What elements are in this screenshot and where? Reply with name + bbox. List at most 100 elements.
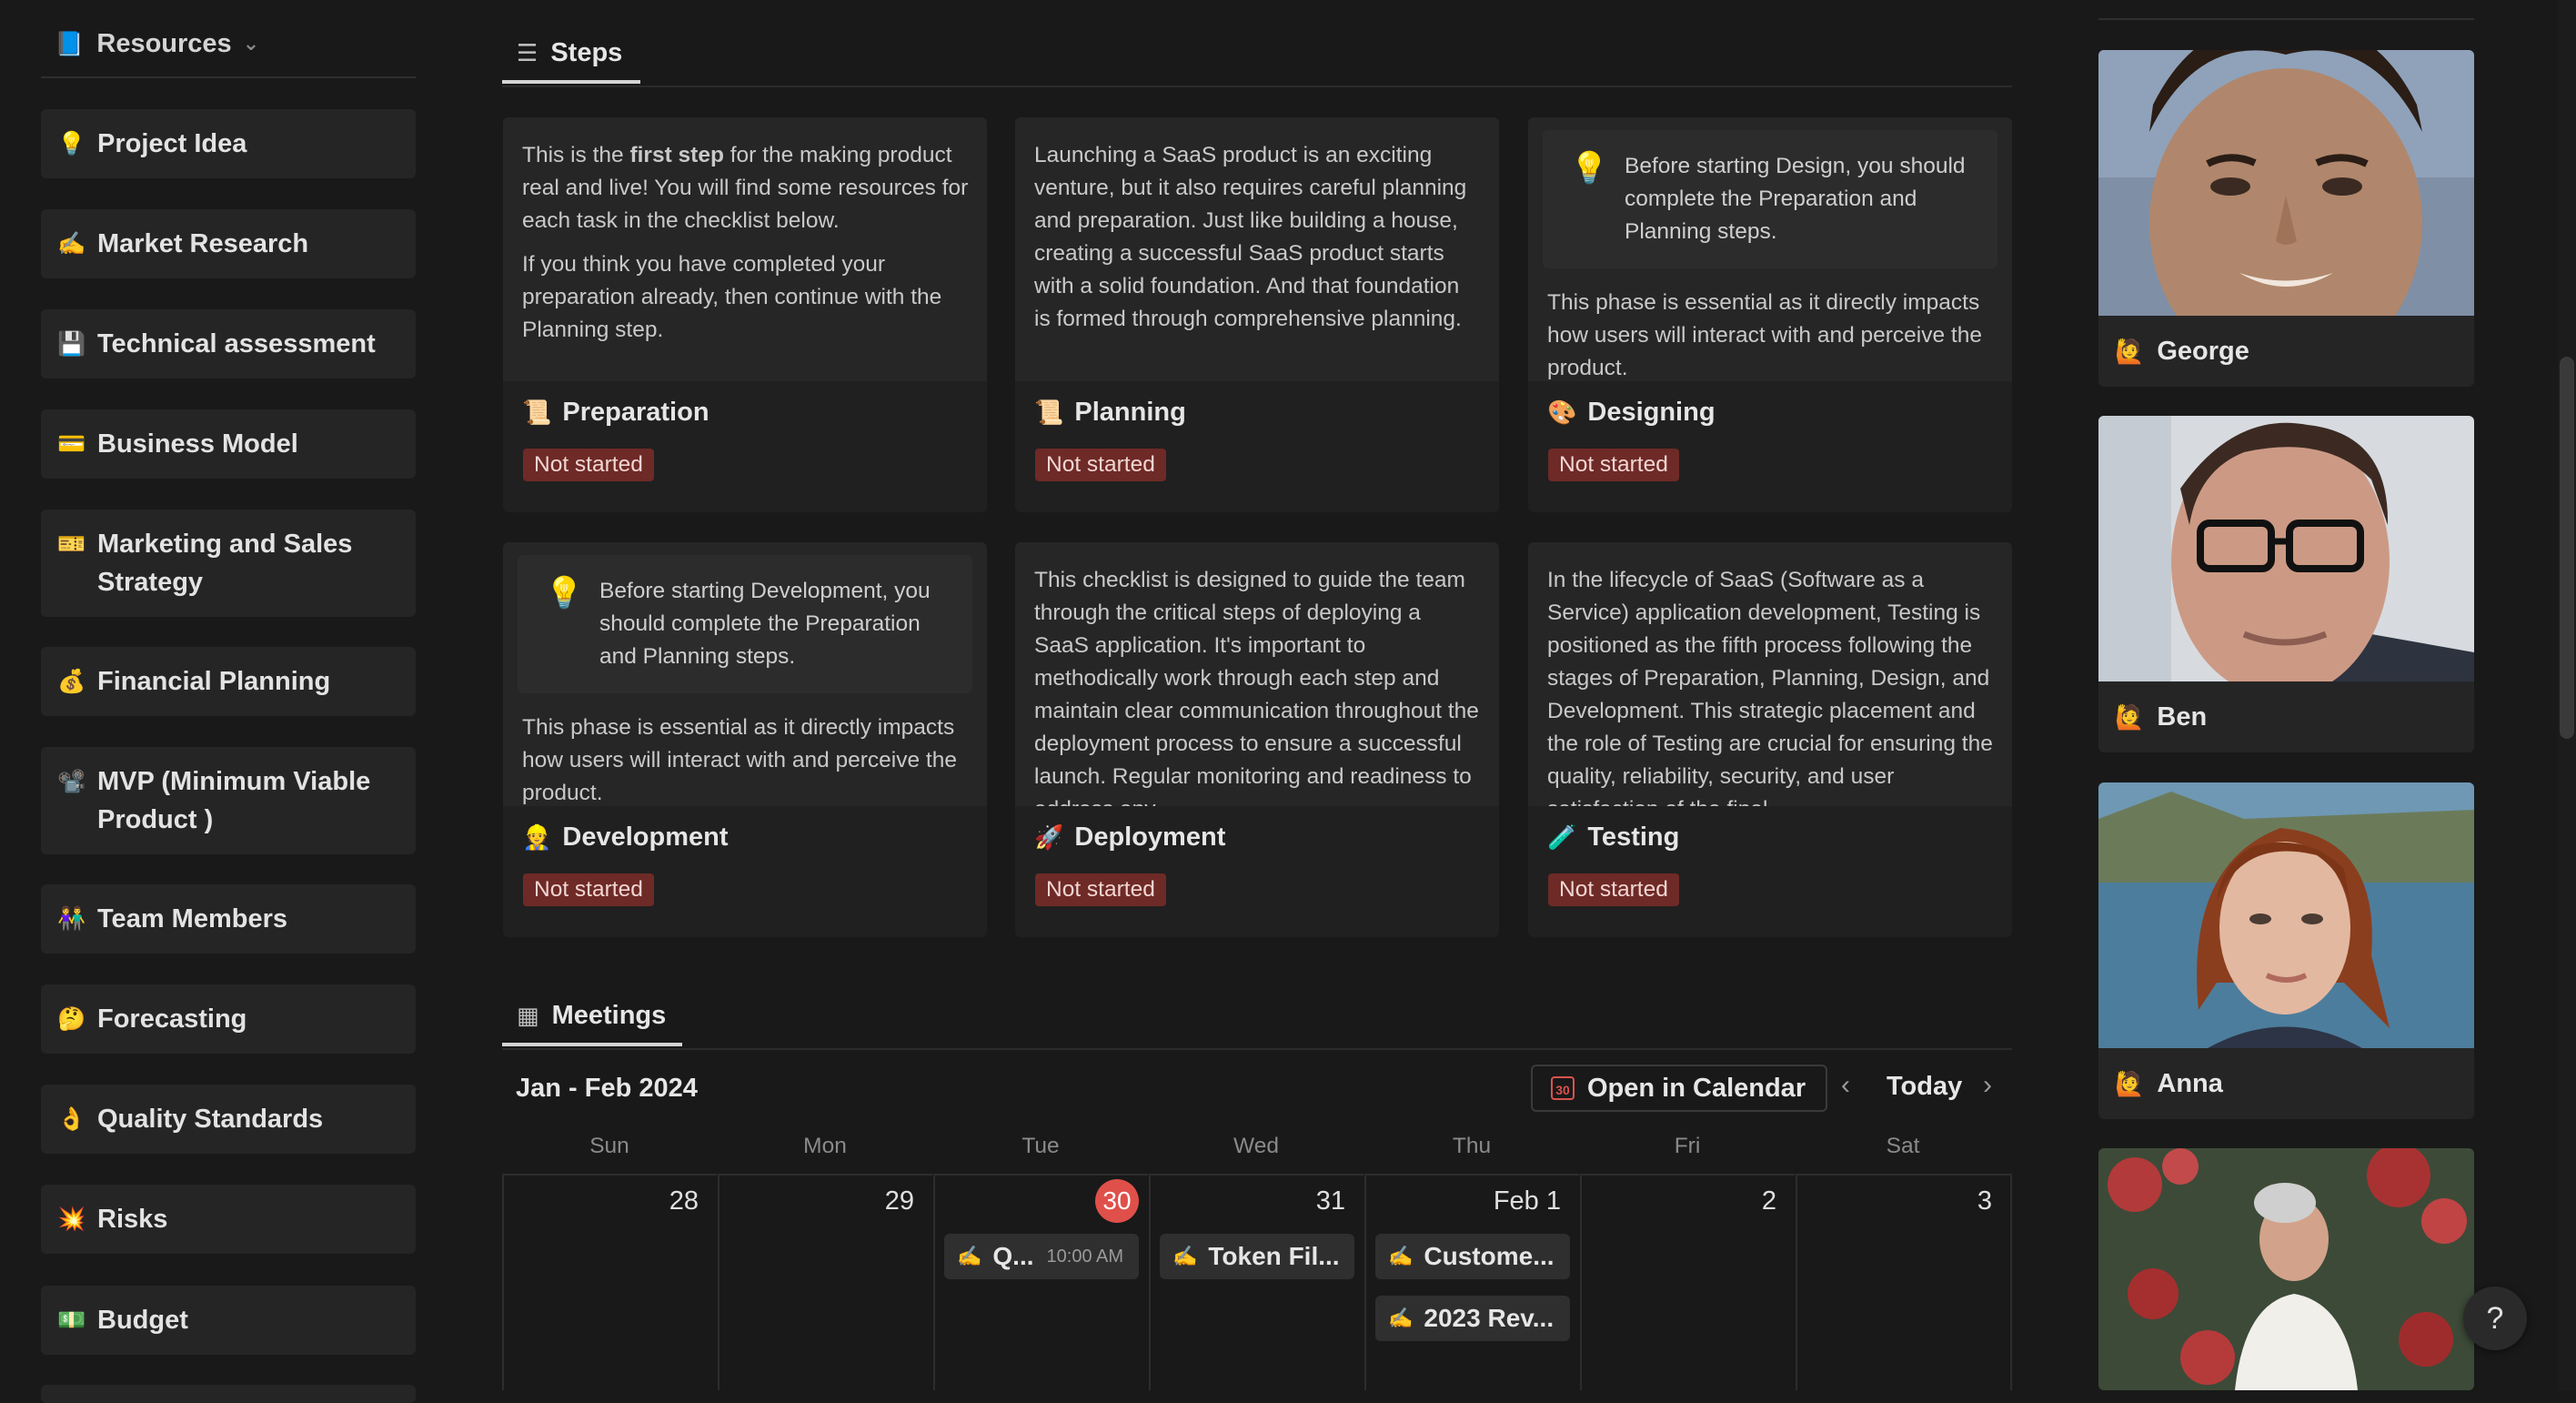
- team-member-name: 🙋 George: [2115, 336, 2249, 366]
- card-title: 📜 Planning: [1034, 398, 1186, 427]
- writing-hand-icon: ✍️: [957, 1245, 982, 1267]
- calendar-event[interactable]: ✍️ Token Fil...: [1160, 1234, 1354, 1279]
- status-badge: Not started: [523, 873, 654, 906]
- day-number: Feb 1: [1493, 1186, 1561, 1216]
- sidebar-item-partial[interactable]: [41, 1385, 416, 1403]
- status-badge: Not started: [1548, 873, 1679, 906]
- team-card-anna[interactable]: 🙋 Anna: [2098, 782, 2474, 1119]
- step-card-development[interactable]: 💡 Before starting Development, you shoul…: [503, 542, 987, 937]
- chevron-right-icon[interactable]: ›: [1983, 1070, 1992, 1101]
- calendar-day-cell[interactable]: Feb 1: [1364, 1174, 1579, 1390]
- calendar-event[interactable]: ✍️ Q... 10:00 AM: [944, 1234, 1139, 1279]
- weekday-label: Wed: [1233, 1134, 1279, 1158]
- lightbulb-icon: 💡: [1570, 151, 1609, 186]
- team-member-name: 🙋 Anna: [2115, 1068, 2223, 1098]
- step-card-testing[interactable]: In the lifecycle of SaaS (Software as a …: [1528, 542, 2012, 937]
- today-day-number: 30: [1095, 1179, 1139, 1223]
- writing-hand-icon: ✍️: [57, 231, 86, 257]
- weekday-label: Sat: [1886, 1134, 1920, 1158]
- weekday-label: Sun: [589, 1134, 629, 1158]
- writing-hand-icon: ✍️: [1172, 1245, 1198, 1267]
- calendar-event[interactable]: ✍️ Custome...: [1375, 1234, 1570, 1279]
- projector-icon: 📽️: [57, 769, 86, 794]
- chevron-left-icon[interactable]: ‹: [1841, 1070, 1850, 1101]
- card-title: 👷 Development: [522, 823, 729, 852]
- event-time: 10:00 AM: [1046, 1246, 1124, 1267]
- sidebar-item-label: Business Model: [97, 429, 298, 459]
- right-divider: [2098, 18, 2474, 20]
- calendar-day-cell[interactable]: 29: [718, 1174, 932, 1390]
- chevron-down-icon[interactable]: ⌄: [243, 32, 259, 56]
- book-icon: 📘: [55, 29, 85, 57]
- card-text: In the lifecycle of SaaS (Software as a …: [1547, 568, 1993, 806]
- calendar-day-cell[interactable]: 2: [1580, 1174, 1795, 1390]
- sidebar-item-mvp[interactable]: 📽️ MVP (Minimum Viable Product ): [41, 747, 416, 854]
- card-text: This phase is essential as it directly i…: [522, 715, 957, 805]
- sidebar-item-project-idea[interactable]: 💡 Project Idea: [41, 109, 416, 178]
- day-number: 31: [1315, 1186, 1345, 1216]
- card-text: If you think you have completed your pre…: [522, 252, 942, 342]
- calendar-day-cell[interactable]: 28: [502, 1174, 717, 1390]
- sidebar-item-market-research[interactable]: ✍️ Market Research: [41, 209, 416, 278]
- sidebar-item-label: Marketing and Sales Strategy: [97, 530, 353, 597]
- team-card-ben[interactable]: 🙋 Ben: [2098, 416, 2474, 752]
- floppy-disk-icon: 💾: [57, 331, 86, 357]
- sidebar-item-label: Market Research: [97, 229, 309, 258]
- sidebar-item-label: Team Members: [97, 904, 287, 934]
- card-title: 🎨 Designing: [1547, 398, 1716, 427]
- calendar-range-label: Jan - Feb 2024: [516, 1074, 698, 1103]
- sidebar-item-marketing-sales[interactable]: 🎫 Marketing and Sales Strategy: [41, 510, 416, 617]
- avatar-photo: [2098, 1148, 2474, 1390]
- sidebar-item-financial-planning[interactable]: 💰 Financial Planning: [41, 647, 416, 716]
- sidebar-item-team-members[interactable]: 👫 Team Members: [41, 884, 416, 954]
- resources-header[interactable]: 📘 Resources ⌄: [55, 24, 259, 64]
- test-tube-icon: 🧪: [1547, 823, 1577, 851]
- calendar-day-cell[interactable]: 31: [1149, 1174, 1363, 1390]
- calendar-event[interactable]: ✍️ 2023 Rev...: [1375, 1296, 1570, 1341]
- sidebar-divider: [41, 76, 416, 78]
- open-in-calendar-button[interactable]: 30 Open in Calendar: [1531, 1065, 1828, 1112]
- sidebar-item-label: Quality Standards: [97, 1105, 324, 1134]
- tab-steps-underline: [502, 80, 640, 84]
- tab-steps[interactable]: ☰ Steps: [517, 33, 622, 73]
- help-button[interactable]: ?: [2463, 1287, 2527, 1350]
- sidebar-item-forecasting[interactable]: 🤔 Forecasting: [41, 984, 416, 1054]
- sidebar-item-quality-standards[interactable]: 👌 Quality Standards: [41, 1085, 416, 1154]
- calendar-day-cell[interactable]: 3: [1796, 1174, 2012, 1390]
- avatar-photo: [2098, 416, 2474, 681]
- step-card-preparation[interactable]: This is the first step for the making pr…: [503, 117, 987, 512]
- weekday-label: Thu: [1452, 1134, 1492, 1158]
- step-card-planning[interactable]: Launching a SaaS product is an exciting …: [1015, 117, 1499, 512]
- status-badge: Not started: [1548, 449, 1679, 481]
- scrollbar-thumb[interactable]: [2560, 357, 2574, 739]
- team-card-george[interactable]: 🙋 George: [2098, 50, 2474, 387]
- sidebar-item-budget[interactable]: 💵 Budget: [41, 1286, 416, 1355]
- calendar-day-cell-today[interactable]: 30: [933, 1174, 1148, 1390]
- ticket-icon: 🎫: [57, 531, 86, 557]
- sidebar-item-label: Risks: [97, 1205, 168, 1234]
- sidebar-item-business-model[interactable]: 💳 Business Model: [41, 409, 416, 479]
- status-badge: Not started: [523, 449, 654, 481]
- step-card-deployment[interactable]: This checklist is designed to guide the …: [1015, 542, 1499, 937]
- tab-steps-label: Steps: [550, 37, 623, 67]
- today-button[interactable]: Today: [1887, 1072, 1962, 1102]
- card-text: Launching a SaaS product is an exciting …: [1034, 143, 1467, 331]
- rocket-icon: 🚀: [1034, 823, 1064, 851]
- avatar-photo: [2098, 50, 2474, 316]
- tab-meetings[interactable]: ▦ Meetings: [517, 995, 666, 1035]
- ok-hand-icon: 👌: [57, 1106, 86, 1132]
- team-card-partial[interactable]: [2098, 1148, 2474, 1390]
- status-badge: Not started: [1035, 873, 1166, 906]
- tab-divider: [502, 1048, 2012, 1050]
- raising-hand-icon: 🙋: [2115, 337, 2145, 365]
- scroll-icon: 📜: [1034, 399, 1064, 426]
- day-number: 29: [884, 1186, 914, 1216]
- sidebar-item-technical-assessment[interactable]: 💾 Technical assessment: [41, 309, 416, 379]
- day-number: 28: [669, 1186, 699, 1216]
- construction-worker-icon: 👷: [522, 823, 552, 851]
- step-card-designing[interactable]: 💡 Before starting Design, you should com…: [1528, 117, 2012, 512]
- sidebar-item-label: MVP (Minimum Viable Product ): [97, 767, 371, 834]
- card-preview: Launching a SaaS product is an exciting …: [1015, 117, 1499, 381]
- sidebar-item-risks[interactable]: 💥 Risks: [41, 1185, 416, 1254]
- avatar-photo: [2098, 782, 2474, 1048]
